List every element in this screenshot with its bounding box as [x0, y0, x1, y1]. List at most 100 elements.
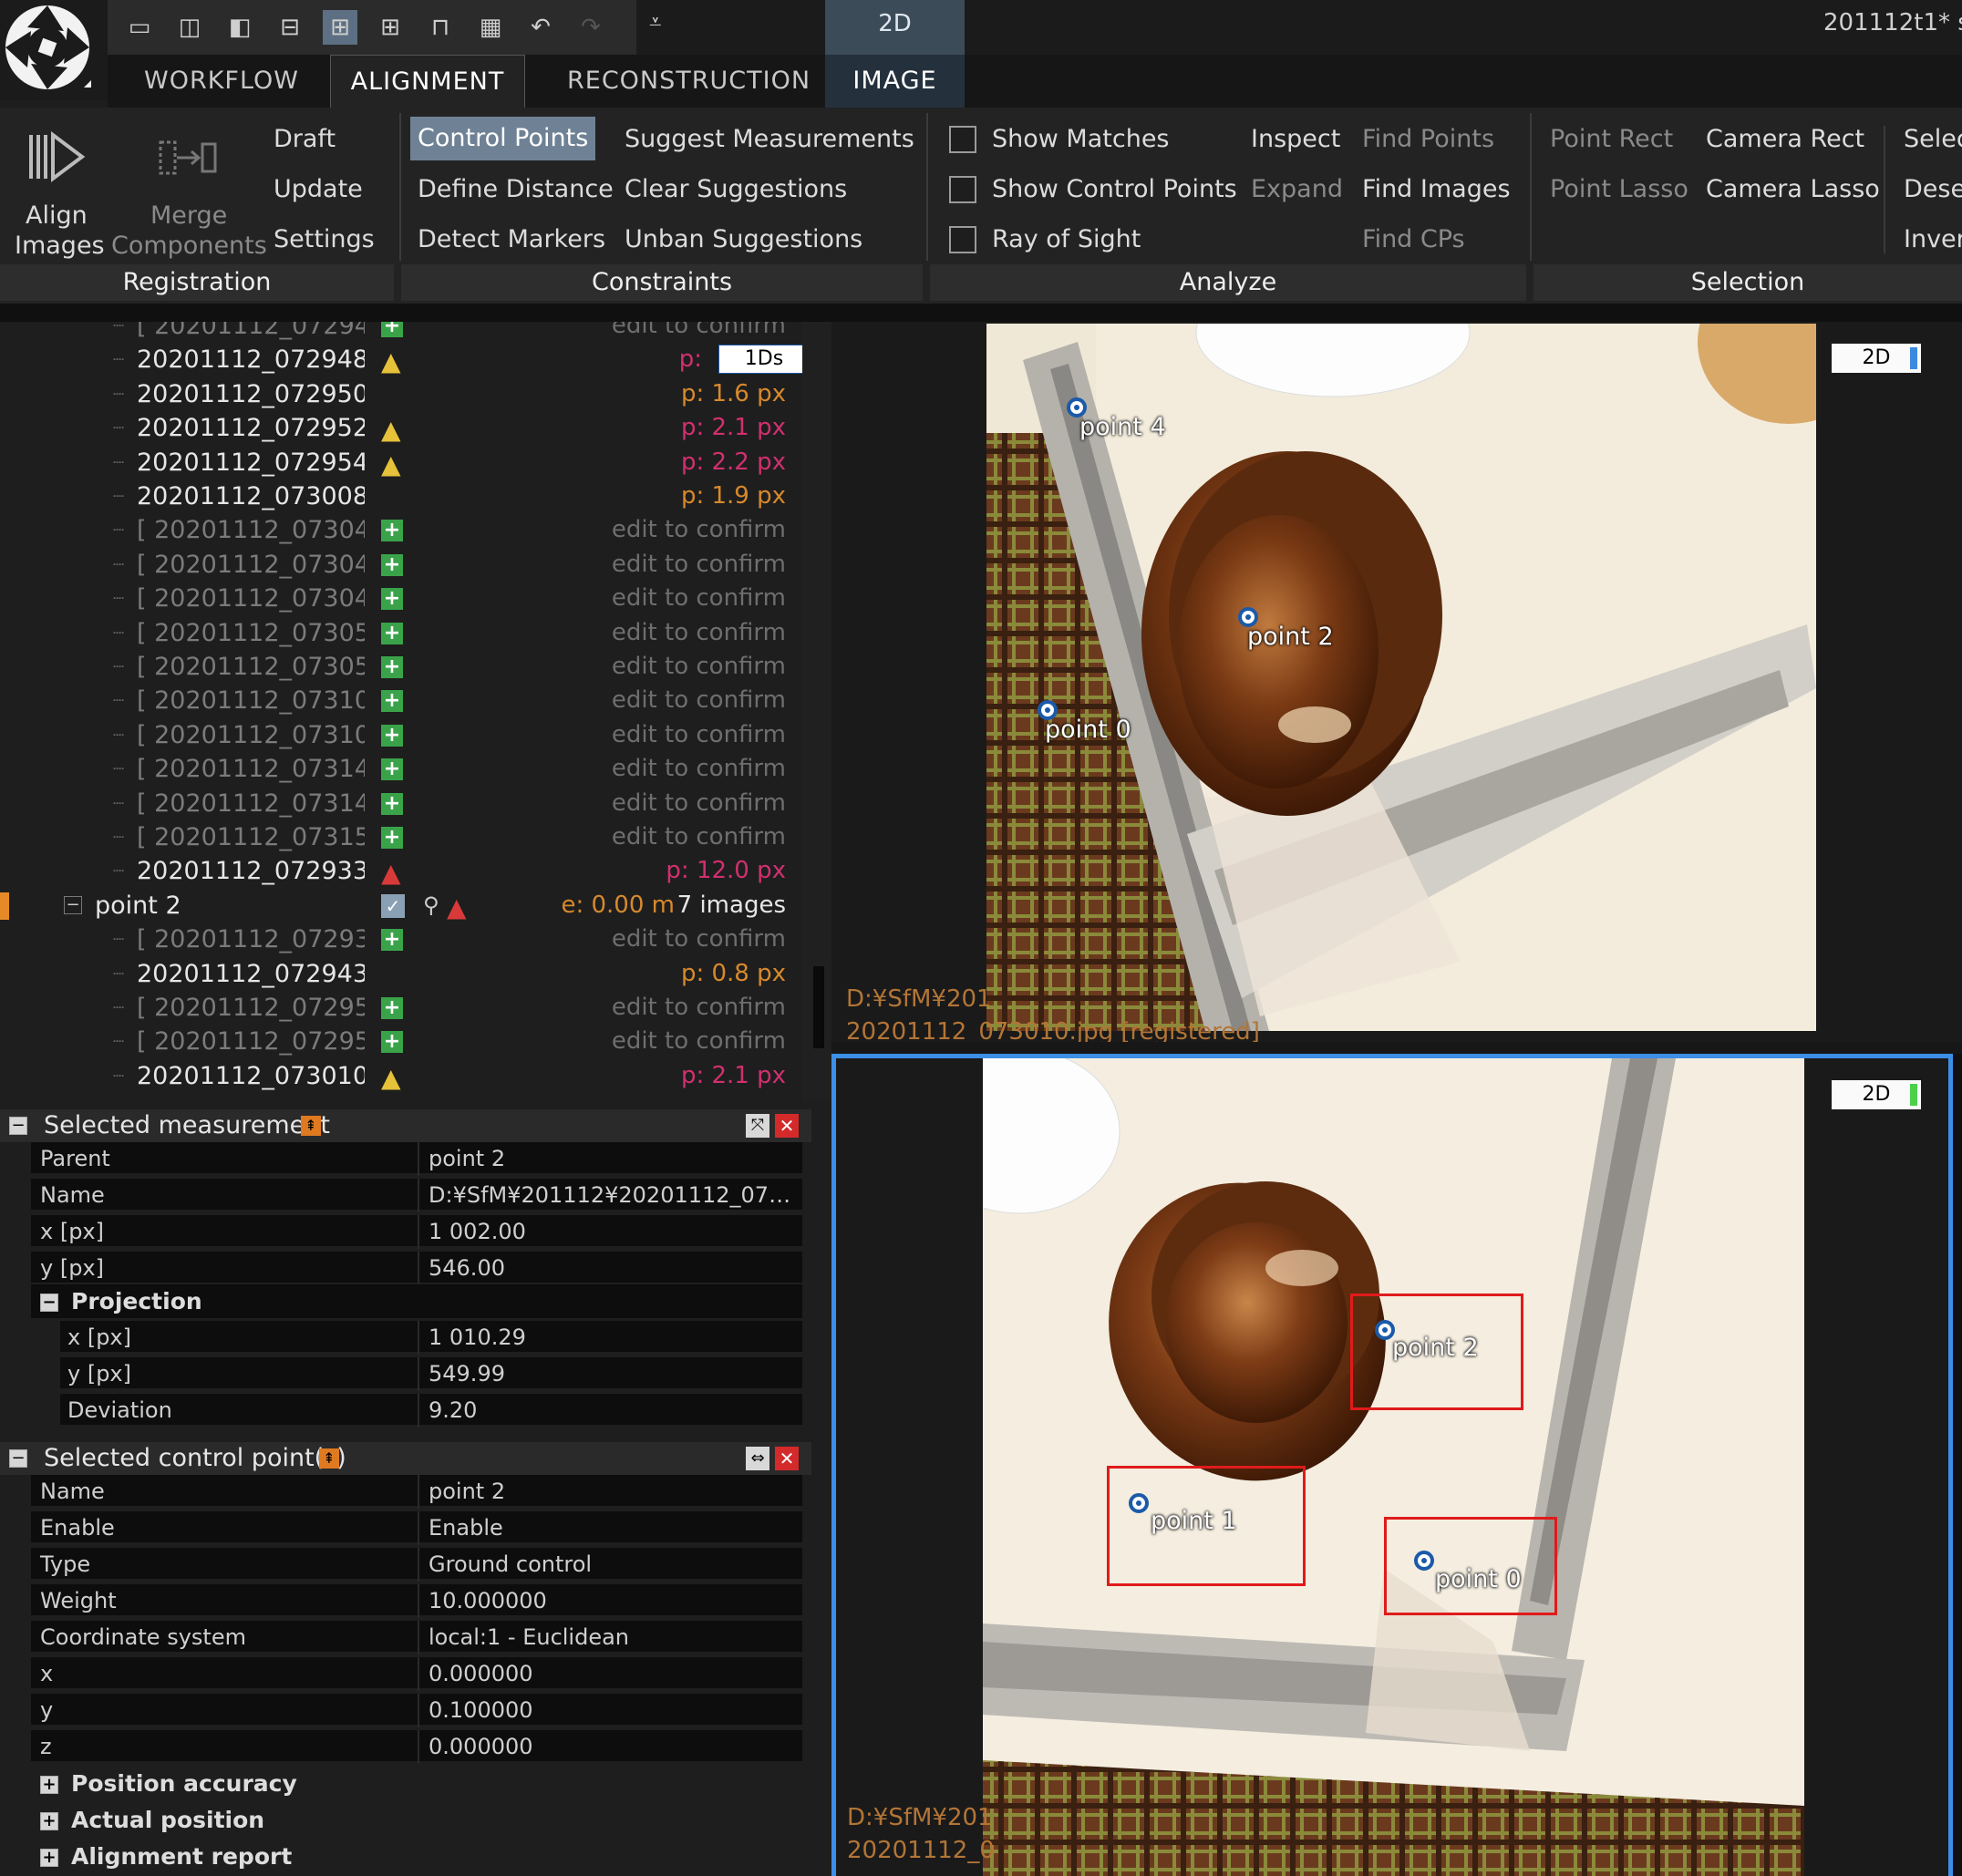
add-measurement-icon[interactable]: +	[381, 588, 403, 610]
draft-button[interactable]: Draft	[274, 124, 336, 155]
add-measurement-icon[interactable]: +	[381, 793, 403, 815]
pin-icon[interactable]: ⇞	[319, 1448, 339, 1469]
camera-rect-button[interactable]: Camera Rect	[1706, 124, 1864, 155]
add-measurement-icon[interactable]: +	[381, 929, 403, 951]
viewer-pane-top[interactable]: point 4 point 2 point 0 2D D:¥SfM¥201 20…	[831, 322, 1962, 1042]
add-measurement-icon[interactable]: +	[381, 520, 403, 541]
collapse-icon[interactable]: −	[9, 1117, 27, 1135]
view-mode-tab[interactable]: 2D	[825, 0, 965, 55]
tab-image[interactable]: IMAGE	[825, 55, 965, 108]
property-row[interactable]: x [px] 1 002.00	[31, 1215, 802, 1249]
point-lasso-button[interactable]: Point Lasso	[1550, 174, 1688, 205]
tree-item-image[interactable]: ┈ [ 20201112_073147.	[0, 787, 365, 820]
add-measurement-icon[interactable]: +	[381, 997, 403, 1019]
layout-1-icon[interactable]: ▭	[122, 10, 157, 45]
add-measurement-icon[interactable]: +	[381, 725, 403, 747]
collapse-icon[interactable]: −	[64, 896, 82, 914]
tab-alignment[interactable]: ALIGNMENT	[330, 55, 525, 108]
find-cps-button[interactable]: Find CPs	[1362, 224, 1465, 255]
property-row[interactable]: Coordinate system local:1 - Euclidean	[31, 1621, 802, 1654]
align-images-label-2[interactable]: Images	[15, 231, 105, 262]
property-value[interactable]: point 2	[429, 1142, 505, 1175]
add-measurement-icon[interactable]: +	[381, 656, 403, 678]
point-rect-button[interactable]: Point Rect	[1550, 124, 1673, 155]
add-measurement-icon[interactable]: +	[381, 623, 403, 644]
tree-item-image[interactable]: ┈ [ 20201112_072958.	[0, 1025, 365, 1058]
undo-icon[interactable]: ↶	[523, 10, 558, 45]
tree-item-image[interactable]: ┈ [ 20201112_073105.	[0, 684, 365, 717]
property-row[interactable]: x 0.000000	[31, 1657, 802, 1691]
layout-4-icon[interactable]: ⊟	[273, 10, 307, 45]
close-icon[interactable]: ✕	[775, 1114, 799, 1138]
property-row[interactable]: Enable Enable	[31, 1511, 802, 1545]
property-value[interactable]: 0.100000	[429, 1694, 533, 1727]
property-value[interactable]: 0.000000	[429, 1657, 533, 1690]
layout-8-icon[interactable]: ▦	[473, 10, 508, 45]
close-icon[interactable]: ✕	[775, 1447, 799, 1470]
tree-item-image[interactable]: ┈ [ 20201112_073053.	[0, 616, 365, 650]
find-points-button[interactable]: Find Points	[1362, 124, 1494, 155]
find-images-button[interactable]: Find Images	[1362, 174, 1511, 205]
add-measurement-icon[interactable]: +	[381, 1031, 403, 1053]
expand-button[interactable]: Expand	[1251, 174, 1343, 205]
redo-icon[interactable]: ↷	[573, 10, 608, 45]
tab-reconstruction[interactable]: RECONSTRUCTION	[567, 55, 813, 108]
tree-item-image[interactable]: ┈ 20201112_072933.jp	[0, 854, 365, 888]
tree-node-point[interactable]: − point 2	[0, 889, 365, 923]
property-value[interactable]: Ground control	[429, 1548, 592, 1581]
detect-markers-button[interactable]: Detect Markers	[418, 224, 605, 255]
property-row[interactable]: Name point 2	[31, 1475, 802, 1509]
add-measurement-icon[interactable]: +	[381, 322, 403, 337]
invert-selection-button[interactable]: Inver	[1904, 224, 1962, 255]
property-value[interactable]: 546.00	[429, 1252, 505, 1284]
control-points-button[interactable]: Control Points	[410, 117, 596, 160]
projection-group[interactable]: − Projection	[31, 1284, 802, 1318]
pin-icon[interactable]: ⇞	[301, 1116, 321, 1136]
tree-item-image[interactable]: ┈ 20201112_072943.jp	[0, 957, 365, 991]
collapse-icon[interactable]: −	[40, 1294, 58, 1312]
property-value[interactable]: D:¥SfM¥201112¥20201112_072933....	[429, 1179, 802, 1211]
property-row[interactable]: y [px] 546.00	[31, 1252, 802, 1285]
add-measurement-icon[interactable]: +	[381, 690, 403, 712]
view-2d-badge[interactable]: 2D	[1832, 344, 1921, 373]
update-button[interactable]: Update	[274, 174, 363, 205]
expand-icon[interactable]: +	[40, 1776, 58, 1794]
property-value[interactable]: 0.000000	[429, 1730, 533, 1763]
property-row[interactable]: y 0.100000	[31, 1694, 802, 1727]
ray-of-sight-checkbox[interactable]	[949, 226, 976, 253]
property-row[interactable]: y [px] 549.99	[31, 1357, 802, 1391]
tree-item-image[interactable]: ┈ 20201112_072948.jp	[0, 343, 365, 376]
property-value[interactable]: Enable	[429, 1511, 503, 1544]
property-value[interactable]: 9.20	[429, 1394, 477, 1427]
show-control-points-checkbox[interactable]	[949, 176, 976, 203]
collapse-icon[interactable]: −	[9, 1449, 27, 1468]
select-all-button[interactable]: Selec	[1904, 124, 1962, 155]
customize-dropdown-icon[interactable]: ⩡	[649, 9, 662, 35]
camera-lasso-button[interactable]: Camera Lasso	[1706, 174, 1880, 205]
float-panel-icon[interactable]: ⇔	[746, 1447, 769, 1470]
property-value[interactable]: 1 010.29	[429, 1321, 526, 1354]
property-row[interactable]: Parent point 2	[31, 1142, 802, 1176]
property-row[interactable]: Deviation 9.20	[31, 1394, 802, 1428]
show-control-points-label[interactable]: Show Control Points	[992, 174, 1237, 205]
property-row[interactable]: Type Ground control	[31, 1548, 802, 1582]
property-value[interactable]: local:1 - Euclidean	[429, 1621, 629, 1654]
tree-item-image[interactable]: ┈ [ 20201112_073054.	[0, 650, 365, 684]
merge-components-label-2[interactable]: Components	[111, 231, 267, 262]
tree-item-image[interactable]: ┈ 20201112_072950.jp	[0, 377, 365, 411]
tree-item-image[interactable]: ┈ [ 20201112_072957.	[0, 991, 365, 1025]
tree-item-image[interactable]: ┈ [ 20201112_073048.	[0, 548, 365, 582]
show-matches-checkbox[interactable]	[949, 126, 976, 153]
settings-button[interactable]: Settings	[274, 224, 375, 255]
layout-3-icon[interactable]: ◧	[222, 10, 257, 45]
tree-item-image[interactable]: ┈ [ 20201112_073141.	[0, 752, 365, 786]
align-images-label-1[interactable]: Align	[26, 201, 88, 232]
property-row[interactable]: z 0.000000	[31, 1730, 802, 1764]
property-value[interactable]: 549.99	[429, 1357, 505, 1390]
align-images-icon[interactable]	[27, 129, 88, 184]
inspect-button[interactable]: Inspect	[1251, 124, 1340, 155]
merge-components-icon[interactable]	[157, 135, 221, 180]
deselect-button[interactable]: Dese	[1904, 174, 1962, 205]
app-logo[interactable]	[0, 0, 108, 100]
enabled-checkbox[interactable]: ✓	[381, 894, 405, 918]
